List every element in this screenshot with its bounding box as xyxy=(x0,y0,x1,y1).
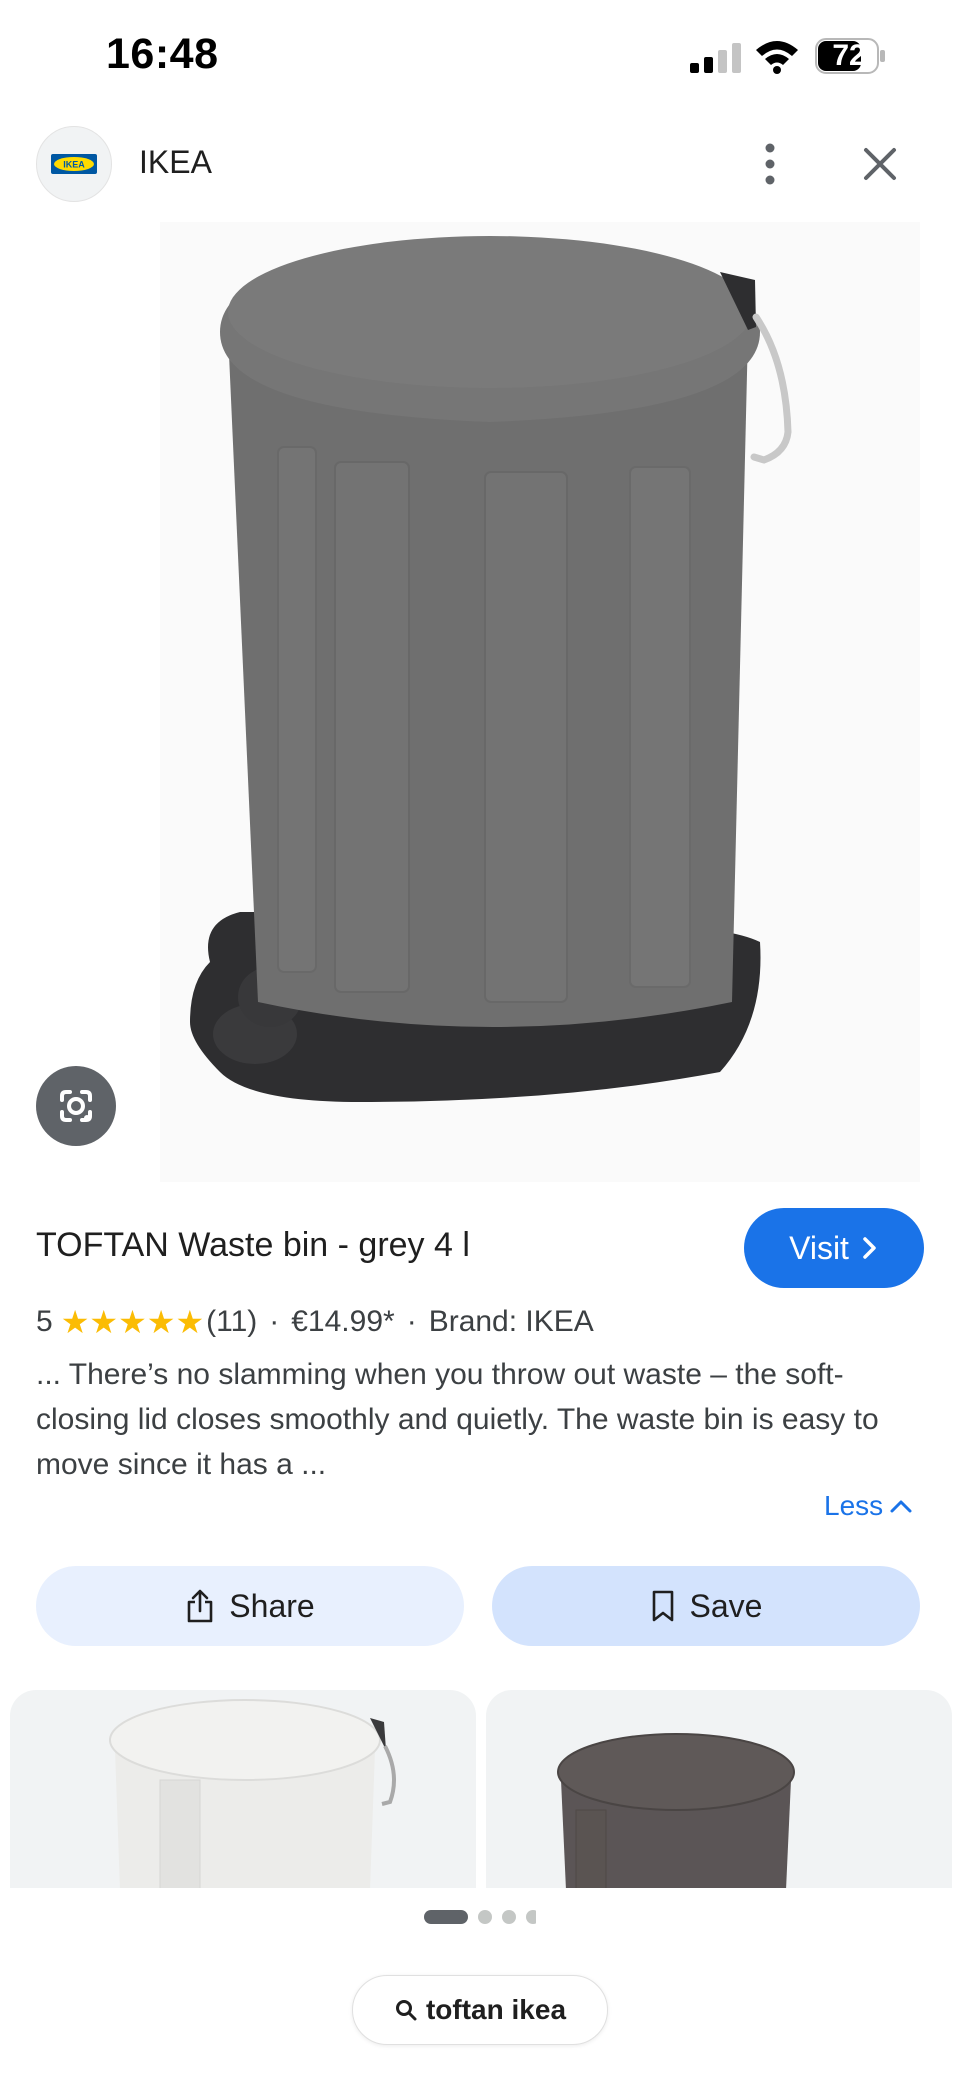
page-dot[interactable] xyxy=(478,1910,492,1924)
page-dot-active[interactable] xyxy=(424,1910,468,1924)
wifi-icon xyxy=(756,41,798,74)
share-button[interactable]: Share xyxy=(36,1566,464,1646)
star-icon: ★ xyxy=(146,1304,176,1340)
search-icon xyxy=(395,2000,417,2021)
related-product-card[interactable] xyxy=(10,1690,476,1890)
status-time: 16:48 xyxy=(106,30,219,78)
save-button[interactable]: Save xyxy=(492,1566,920,1646)
rating-value: 5 xyxy=(36,1305,53,1338)
carousel-page-indicator[interactable] xyxy=(424,1910,536,1924)
source-name[interactable]: IKEA xyxy=(139,144,212,181)
close-icon[interactable] xyxy=(858,142,902,186)
star-icon: ★ xyxy=(89,1304,119,1340)
star-icon: ★ xyxy=(118,1304,147,1340)
page-dot[interactable] xyxy=(502,1910,516,1924)
star-rating: ★★★★★ xyxy=(61,1303,204,1341)
star-icon: ★ xyxy=(60,1304,90,1340)
google-lens-button[interactable] xyxy=(36,1066,116,1146)
bookmark-icon xyxy=(652,1590,673,1622)
less-label: Less xyxy=(824,1490,884,1521)
ikea-logo-icon: IKEA xyxy=(51,154,97,174)
product-title[interactable]: TOFTAN Waste bin - grey 4 l xyxy=(36,1226,470,1265)
separator-dot: · xyxy=(406,1305,417,1338)
star-icon: ★ xyxy=(175,1304,205,1340)
search-query-chip[interactable]: toftan ikea xyxy=(352,1975,608,2045)
more-options-icon[interactable] xyxy=(752,140,788,188)
battery-level: 72 xyxy=(832,39,866,72)
waste-bin-illustration xyxy=(190,236,792,1102)
brand: Brand: IKEA xyxy=(428,1305,594,1338)
source-logo[interactable]: IKEA xyxy=(36,126,112,202)
price: €14.99* xyxy=(291,1305,395,1338)
product-description: ... There’s no slamming when you throw o… xyxy=(36,1358,879,1481)
related-product-card[interactable] xyxy=(486,1690,952,1890)
review-count[interactable]: (11) xyxy=(206,1305,257,1339)
white-waste-bin-image xyxy=(109,1699,396,1890)
chevron-right-icon xyxy=(863,1237,876,1259)
search-query-text: toftan ikea xyxy=(425,1994,567,2025)
chevron-up-icon xyxy=(890,1500,912,1513)
visit-label: Visit xyxy=(789,1229,849,1266)
ikea-logo-text: IKEA xyxy=(63,160,85,170)
cellular-signal-icon xyxy=(690,43,741,73)
share-icon xyxy=(187,1589,213,1623)
visit-button[interactable]: Visit xyxy=(744,1208,924,1288)
dark-grey-waste-bin-image xyxy=(557,1733,795,1890)
lens-camera-icon xyxy=(60,1090,92,1122)
page-dot[interactable] xyxy=(526,1910,536,1924)
share-label: Share xyxy=(229,1587,315,1624)
product-image[interactable] xyxy=(160,222,920,1182)
save-label: Save xyxy=(689,1587,763,1624)
separator-dot: · xyxy=(269,1305,280,1338)
product-meta: 5 ★★★★★ (11) · €14.99* · Brand: IKEA xyxy=(36,1303,594,1341)
less-toggle[interactable]: Less xyxy=(824,1490,913,1522)
